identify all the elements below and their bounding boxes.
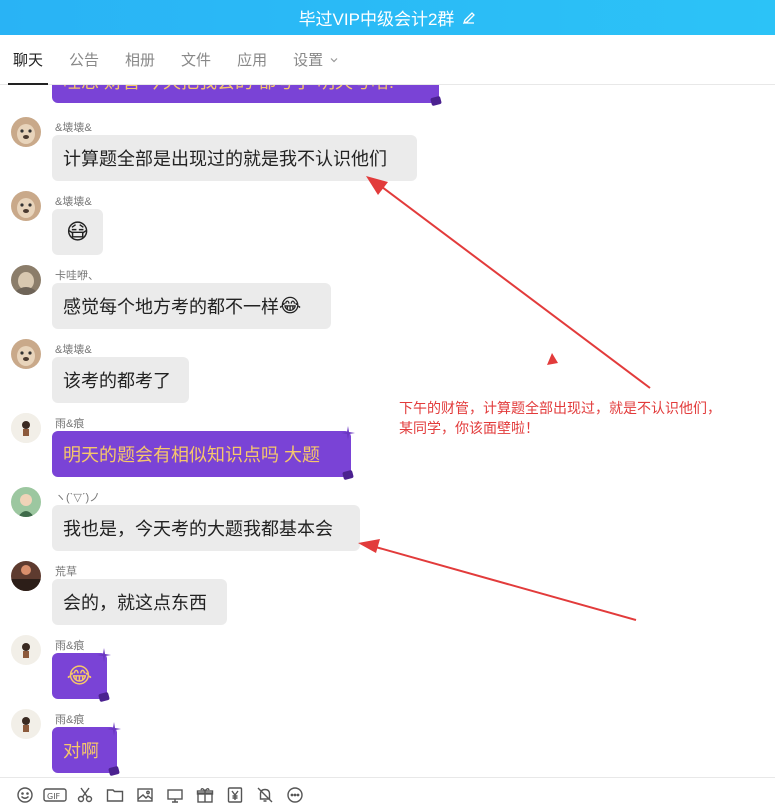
avatar[interactable] — [11, 191, 41, 221]
avatar[interactable] — [11, 117, 41, 147]
sender-name: &壊壊& — [55, 344, 92, 356]
screen-icon[interactable] — [160, 780, 190, 810]
emoji-bubble[interactable]: 😷 — [52, 209, 103, 255]
sender-name: 卡哇咿、 — [55, 270, 99, 282]
tab-announcements[interactable]: 公告 — [69, 35, 99, 85]
message-bubble[interactable]: 会的，就这点东西 — [52, 579, 227, 625]
avatar[interactable] — [11, 635, 41, 665]
tab-files[interactable]: 文件 — [181, 35, 211, 85]
folder-icon[interactable] — [100, 780, 130, 810]
tab-chat[interactable]: 聊天 — [7, 35, 49, 85]
scissors-icon[interactable] — [70, 780, 100, 810]
avatar[interactable] — [11, 487, 41, 517]
yen-icon[interactable] — [220, 780, 250, 810]
group-title: 毕过VIP中级会计2群 — [298, 10, 455, 29]
image-icon[interactable] — [130, 780, 160, 810]
gif-icon[interactable]: GIF — [40, 780, 70, 810]
tab-settings[interactable]: 设置 — [293, 35, 339, 85]
more-icon[interactable] — [280, 780, 310, 810]
sparkle-icon — [97, 648, 111, 662]
message-bubble[interactable]: 该考的都考了 — [52, 357, 189, 403]
emoji: 😂 — [66, 663, 93, 688]
avatar[interactable] — [11, 339, 41, 369]
sender-name: 荒草 — [55, 566, 77, 578]
sender-name: 雨&痕 — [55, 714, 85, 726]
title-bar: 毕过VIP中级会计2群 — [0, 0, 775, 35]
message-bubble[interactable]: 哇思 财管 今天把我会的 都考了 明天考啥! — [52, 85, 439, 103]
sender-name: &壊壊& — [55, 196, 92, 208]
message-bubble[interactable]: 明天的题会有相似知识点吗 大题 — [52, 431, 351, 477]
edit-title-icon[interactable] — [462, 11, 476, 25]
message-bubble[interactable]: 我也是，今天考的大题我都基本会 — [52, 505, 360, 551]
annotation-text: 下午的财管，计算题全部出现过，就是不认识他们，某同学，你该面壁啦！ — [399, 400, 721, 436]
tab-bar: 聊天 公告 相册 文件 应用 设置 — [0, 35, 775, 85]
tab-apps[interactable]: 应用 — [237, 35, 267, 85]
emoji: 😷 — [66, 219, 89, 244]
avatar[interactable] — [11, 265, 41, 295]
avatar[interactable] — [11, 413, 41, 443]
sender-name: ヽ(ˋ▽ˊ)ノ — [55, 492, 101, 504]
tab-album[interactable]: 相册 — [125, 35, 155, 85]
gift-icon[interactable] — [190, 780, 220, 810]
message-bubble[interactable]: 感觉每个地方考的都不一样 😂 — [52, 283, 331, 329]
emoji-icon[interactable] — [10, 780, 40, 810]
sparkle-icon — [341, 426, 355, 440]
sender-name: 雨&痕 — [55, 640, 85, 652]
chevron-down-icon — [329, 55, 339, 65]
input-toolbar: GIF — [0, 777, 775, 811]
sparkle-icon — [107, 722, 121, 736]
message-bubble[interactable]: 计算题全部是出现过的就是我不认识他们 — [52, 135, 417, 181]
bell-off-icon[interactable] — [250, 780, 280, 810]
sender-name: 雨&痕 — [55, 418, 85, 430]
avatar[interactable] — [11, 561, 41, 591]
avatar[interactable] — [11, 709, 41, 739]
svg-text:GIF: GIF — [47, 792, 61, 801]
emoji: 😂 — [279, 295, 302, 317]
sender-name: &壊壊& — [55, 122, 92, 134]
